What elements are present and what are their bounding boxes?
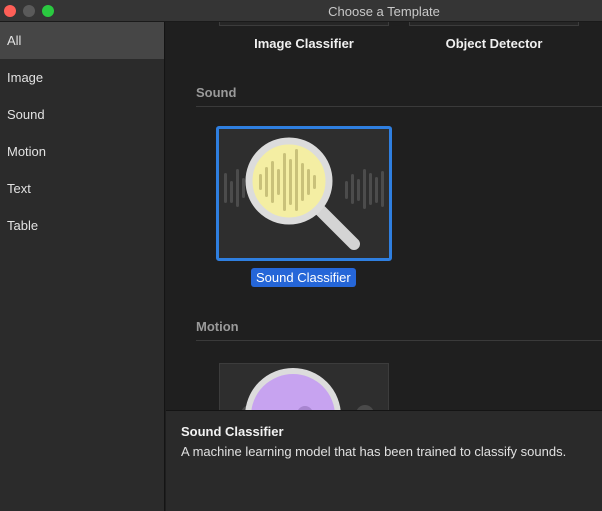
object-detector-thumbnail[interactable] xyxy=(409,22,579,26)
sidebar-item-motion[interactable]: Motion xyxy=(0,133,164,170)
image-classifier-label[interactable]: Image Classifier xyxy=(219,36,389,51)
sound-classifier-template[interactable] xyxy=(216,126,392,261)
minimize-window-button[interactable] xyxy=(23,5,35,17)
sidebar-item-table[interactable]: Table xyxy=(0,207,164,244)
object-detector-label[interactable]: Object Detector xyxy=(409,36,579,51)
sound-section-divider xyxy=(196,106,602,107)
template-info-panel: Sound Classifier A machine learning mode… xyxy=(166,410,602,511)
zoom-window-button[interactable] xyxy=(42,5,54,17)
sound-classifier-label[interactable]: Sound Classifier xyxy=(251,268,356,287)
info-description: A machine learning model that has been t… xyxy=(181,444,567,459)
sidebar: All Image Sound Motion Text Table xyxy=(0,22,165,511)
window-title: Choose a Template xyxy=(328,4,440,19)
sidebar-item-sound[interactable]: Sound xyxy=(0,96,164,133)
motion-section-divider xyxy=(196,340,602,341)
magnifier-waveform-icon xyxy=(224,137,384,250)
sidebar-item-all[interactable]: All xyxy=(0,22,164,59)
sidebar-item-text[interactable]: Text xyxy=(0,170,164,207)
sound-section-heading: Sound xyxy=(196,85,237,100)
title-bar: Choose a Template xyxy=(0,0,602,22)
image-classifier-thumbnail[interactable] xyxy=(219,22,389,26)
close-window-button[interactable] xyxy=(4,5,16,17)
motion-section-heading: Motion xyxy=(196,319,239,334)
sidebar-item-image[interactable]: Image xyxy=(0,59,164,96)
info-title: Sound Classifier xyxy=(181,424,284,439)
